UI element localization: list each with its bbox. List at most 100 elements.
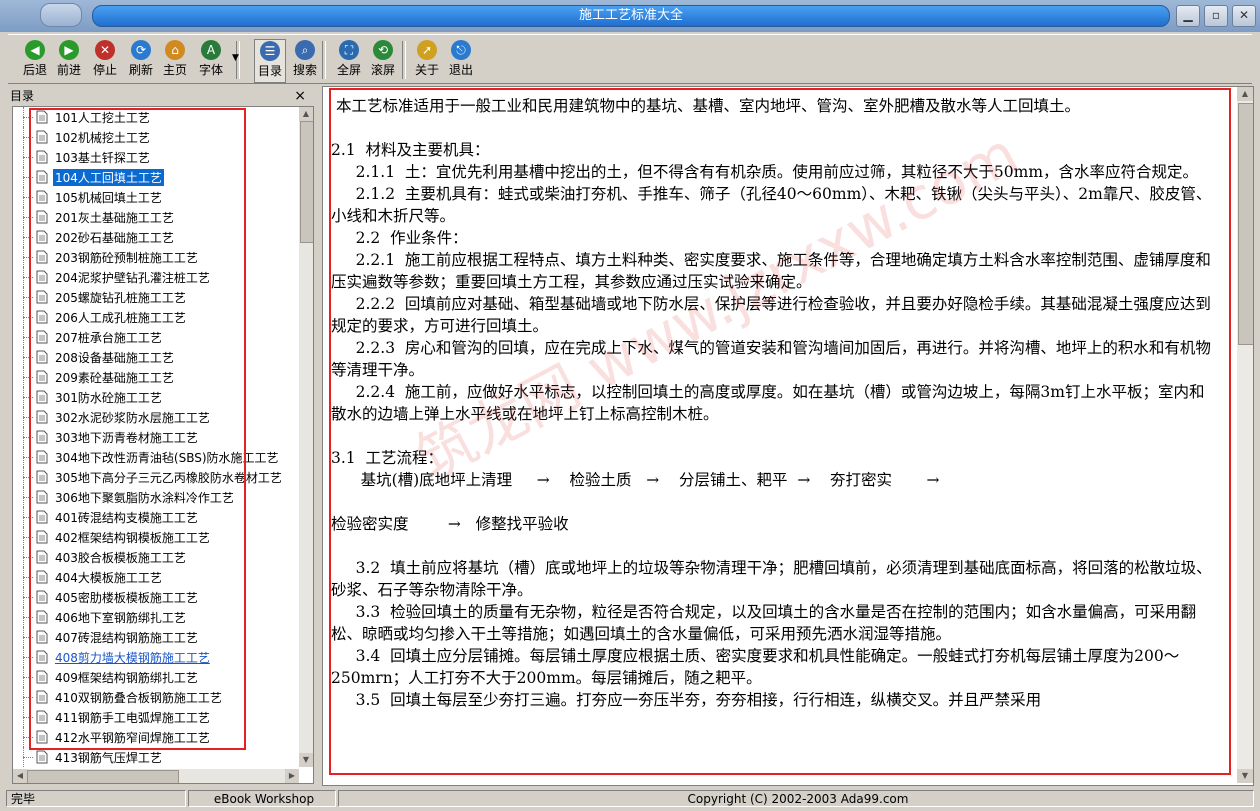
toc-item[interactable]: 104人工回填土工艺 bbox=[13, 167, 299, 187]
toc-item[interactable]: 201灰土基础施工工艺 bbox=[13, 207, 299, 227]
toc-item-label: 301防水砼施工工艺 bbox=[55, 391, 162, 405]
refresh-button[interactable]: ⟳ 刷新 bbox=[126, 39, 156, 81]
status-product: eBook Workshop bbox=[188, 790, 336, 807]
toolbar-separator bbox=[402, 41, 406, 79]
toc-item[interactable]: 103基土钎探工艺 bbox=[13, 147, 299, 167]
document-paragraph: 3.4 回填土应分层铺摊。每层铺土厚度应根据土质、密实度要求和机具性能确定。一般… bbox=[331, 647, 1180, 687]
toc-item[interactable]: 207桩承台施工工艺 bbox=[13, 327, 299, 347]
document-icon bbox=[36, 230, 48, 244]
home-button[interactable]: ⌂ 主页 bbox=[160, 39, 190, 81]
toc-item[interactable]: 402框架结构钢模板施工工艺 bbox=[13, 527, 299, 547]
minimize-button[interactable]: ▁ bbox=[1176, 5, 1200, 27]
toc-item-label: 303地下沥青卷材施工工艺 bbox=[55, 431, 198, 445]
stop-icon: ✕ bbox=[93, 39, 117, 61]
document-icon bbox=[36, 550, 48, 564]
toc-tree[interactable]: 101人工挖土工艺 102机械挖土工艺 103基土钎探工艺 104人工回填土工艺 105… bbox=[12, 106, 314, 784]
toc-item-label: 413钢筋气压焊工艺 bbox=[55, 751, 162, 765]
scroll-button[interactable]: ⟲ 滚屏 bbox=[368, 39, 398, 81]
toc-item[interactable]: 303地下沥青卷材施工工艺 bbox=[13, 427, 299, 447]
toc-item-label: 410双钢筋叠合板钢筋施工工艺 bbox=[55, 691, 222, 705]
document-icon bbox=[36, 190, 48, 204]
toc-button[interactable]: ☰ 目录 bbox=[254, 39, 286, 83]
toc-item[interactable]: 102机械挖土工艺 bbox=[13, 127, 299, 147]
toc-item[interactable]: 301防水砼施工工艺 bbox=[13, 387, 299, 407]
scroll-down-icon[interactable]: ▼ bbox=[299, 753, 313, 767]
toolbar-separator bbox=[322, 41, 326, 79]
scroll-left-icon[interactable]: ◀ bbox=[13, 769, 27, 783]
toc-item[interactable]: 413钢筋气压焊工艺 bbox=[13, 747, 299, 767]
toc-item-label: 101人工挖土工艺 bbox=[55, 111, 150, 125]
toc-item[interactable]: 403胶合板模板施工工艺 bbox=[13, 547, 299, 567]
toc-item[interactable]: 209素砼基础施工工艺 bbox=[13, 367, 299, 387]
document-paragraph: 2.2.2 回填前应对基础、箱型基础墙或地下防水层、保护层等进行检查验收，并且要… bbox=[331, 295, 1211, 335]
back-button[interactable]: ◀ 后退 bbox=[20, 39, 50, 81]
toc-item[interactable]: 304地下改性沥青油毡(SBS)防水施工工艺 bbox=[13, 447, 299, 467]
about-button[interactable]: ➚ 关于 bbox=[412, 39, 442, 81]
toc-horizontal-scrollbar[interactable]: ◀ ▶ bbox=[13, 769, 299, 783]
toc-item[interactable]: 208设备基础施工工艺 bbox=[13, 347, 299, 367]
toc-item[interactable]: 406地下室钢筋绑扎工艺 bbox=[13, 607, 299, 627]
toc-item[interactable]: 412水平钢筋窄间焊施工工艺 bbox=[13, 727, 299, 747]
toc-icon: ☰ bbox=[258, 40, 282, 62]
toc-item[interactable]: 410双钢筋叠合板钢筋施工工艺 bbox=[13, 687, 299, 707]
toc-item-label: 203钢筋砼预制桩施工工艺 bbox=[55, 251, 198, 265]
content-scroll-up-icon[interactable]: ▲ bbox=[1237, 87, 1253, 101]
toc-item[interactable]: 306地下聚氨脂防水涂料冷作工艺 bbox=[13, 487, 299, 507]
toc-item[interactable]: 305地下高分子三元乙丙橡胶防水卷材工艺 bbox=[13, 467, 299, 487]
content-scroll-thumb[interactable] bbox=[1238, 103, 1253, 345]
document-paragraph: 2.2.1 施工前应根据工程特点、填方土料种类、密实度要求、施工条件等，合理地确… bbox=[331, 251, 1211, 291]
toc-item[interactable]: 405密肋楼板模板施工工艺 bbox=[13, 587, 299, 607]
fullscreen-button[interactable]: ⛶ 全屏 bbox=[334, 39, 364, 81]
toc-item-label: 305地下高分子三元乙丙橡胶防水卷材工艺 bbox=[55, 471, 282, 485]
arrow-left-icon: ◀ bbox=[23, 39, 47, 61]
close-icon[interactable]: × bbox=[294, 86, 306, 106]
document-icon bbox=[36, 130, 48, 144]
toc-item[interactable]: 206人工成孔桩施工工艺 bbox=[13, 307, 299, 327]
toc-item[interactable]: 401砖混结构支模施工工艺 bbox=[13, 507, 299, 527]
toc-item-label: 402框架结构钢模板施工工艺 bbox=[55, 531, 210, 545]
document-icon bbox=[36, 110, 48, 124]
toc-scroll-thumb[interactable] bbox=[300, 121, 313, 243]
toc-item[interactable]: 408剪力墙大模钢筋施工工艺 bbox=[13, 647, 299, 667]
document-icon bbox=[36, 210, 48, 224]
toc-item-label: 405密肋楼板模板施工工艺 bbox=[55, 591, 198, 605]
toc-item[interactable]: 404大模板施工工艺 bbox=[13, 567, 299, 587]
toc-item[interactable]: 407砖混结构钢筋施工工艺 bbox=[13, 627, 299, 647]
scroll-right-icon[interactable]: ▶ bbox=[285, 769, 299, 783]
font-button[interactable]: A 字体 bbox=[196, 39, 226, 81]
toc-hscroll-thumb[interactable] bbox=[27, 770, 179, 783]
document-icon bbox=[36, 650, 48, 664]
search-button[interactable]: ⌕ 搜索 bbox=[290, 39, 320, 81]
content-vertical-scrollbar[interactable]: ▲ ▼ bbox=[1237, 87, 1253, 783]
toc-item[interactable]: 101人工挖土工艺 bbox=[13, 107, 299, 127]
toc-item-label: 102机械挖土工艺 bbox=[55, 131, 150, 145]
exit-button[interactable]: ⎋ 退出 bbox=[446, 39, 476, 81]
document-icon bbox=[36, 370, 48, 384]
toc-label: 目录 bbox=[257, 64, 282, 78]
stop-button[interactable]: ✕ 停止 bbox=[90, 39, 120, 81]
content-scroll-down-icon[interactable]: ▼ bbox=[1237, 769, 1253, 783]
toc-item[interactable]: 205螺旋钻孔桩施工工艺 bbox=[13, 287, 299, 307]
toc-title: 目录 bbox=[10, 89, 35, 103]
toc-item-label: 401砖混结构支模施工工艺 bbox=[55, 511, 198, 525]
forward-button[interactable]: ▶ 前进 bbox=[54, 39, 84, 81]
maximize-button[interactable]: ▫ bbox=[1204, 5, 1228, 27]
toc-item[interactable]: 411钢筋手工电弧焊施工工艺 bbox=[13, 707, 299, 727]
toc-item[interactable]: 203钢筋砼预制桩施工工艺 bbox=[13, 247, 299, 267]
scroll-up-icon[interactable]: ▲ bbox=[299, 107, 313, 121]
toc-vertical-scrollbar[interactable]: ▲ ▼ bbox=[299, 107, 313, 767]
document-paragraph: 3.1 工艺流程： bbox=[331, 449, 444, 467]
toc-item-label: 302水泥砂浆防水层施工工艺 bbox=[55, 411, 210, 425]
close-window-button[interactable]: ✕ bbox=[1232, 5, 1256, 27]
font-dropdown-icon[interactable]: ▼ bbox=[232, 53, 239, 63]
document-icon bbox=[36, 450, 48, 464]
toc-item[interactable]: 204泥浆护壁钻孔灌注桩工艺 bbox=[13, 267, 299, 287]
toc-item[interactable]: 409框架结构钢筋绑扎工艺 bbox=[13, 667, 299, 687]
toc-item[interactable]: 302水泥砂浆防水层施工工艺 bbox=[13, 407, 299, 427]
document-paragraph: 3.2 填土前应将基坑（槽）底或地坪上的垃圾等杂物清理干净；肥槽回填前，必须清理… bbox=[331, 559, 1212, 599]
toc-item-label: 406地下室钢筋绑扎工艺 bbox=[55, 611, 186, 625]
exit-icon: ⎋ bbox=[449, 39, 473, 61]
document-icon bbox=[36, 290, 48, 304]
toc-item[interactable]: 105机械回填土工艺 bbox=[13, 187, 299, 207]
toc-item[interactable]: 202砂石基础施工工艺 bbox=[13, 227, 299, 247]
